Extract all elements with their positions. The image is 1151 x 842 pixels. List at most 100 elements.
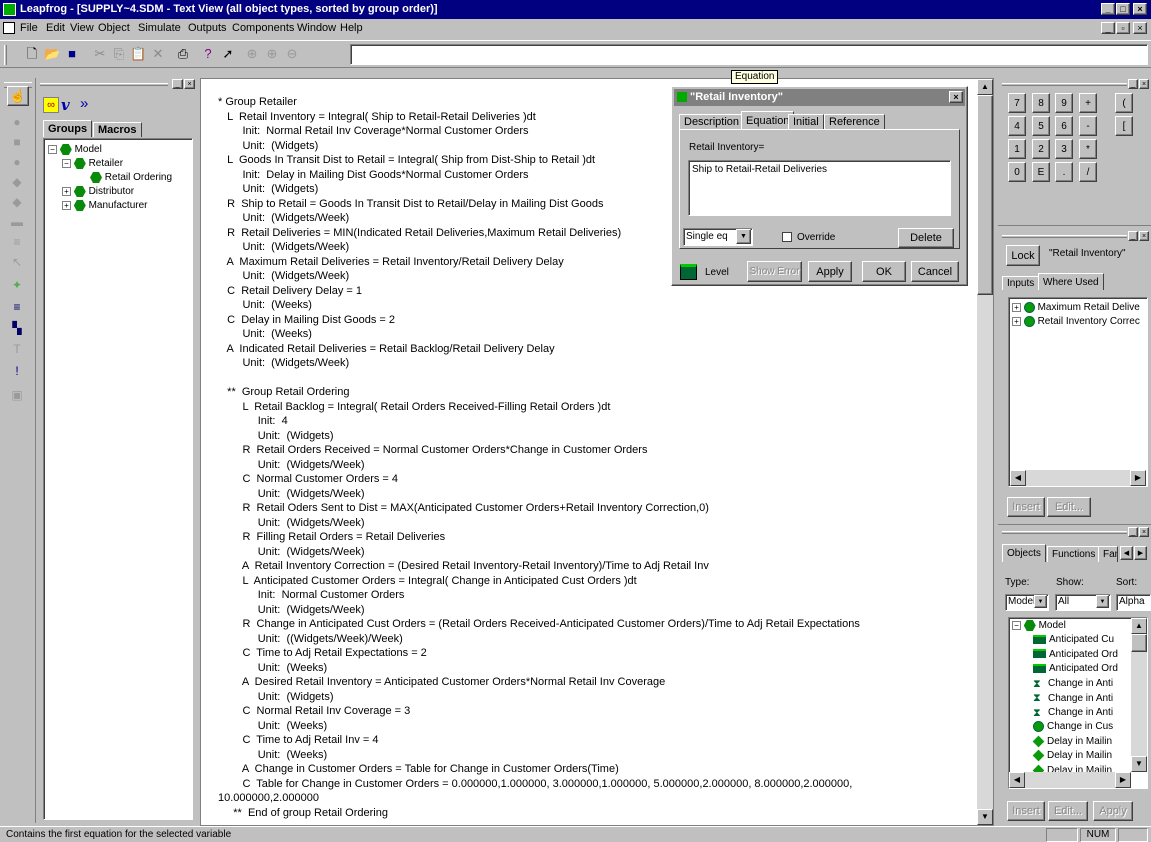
panel-close-button[interactable]: × (184, 79, 195, 89)
chevron-down-icon[interactable]: ▼ (1034, 595, 1047, 608)
diamond2-tool-icon[interactable]: ◆ (10, 195, 24, 209)
variable-icon[interactable]: v (61, 96, 70, 114)
dialog-close-button[interactable]: × (949, 91, 963, 103)
tab-objects[interactable]: Objects (1002, 544, 1046, 562)
lock-button[interactable]: Lock (1006, 245, 1040, 266)
tab-functions[interactable]: Functions (1047, 546, 1101, 562)
edit-button[interactable]: Edit... (1047, 497, 1091, 517)
type-select[interactable]: Model ▼ (1005, 594, 1049, 611)
zoom-out-icon[interactable]: ⊖ (284, 46, 300, 62)
text-tool-icon[interactable]: T (10, 342, 24, 356)
whereused-close-button[interactable]: × (1139, 231, 1149, 241)
calc-key[interactable]: 5 (1032, 116, 1050, 136)
calc-key[interactable]: 7 (1008, 93, 1026, 113)
close-button[interactable]: × (1133, 3, 1147, 15)
tree-retailer[interactable]: − Retailer (62, 158, 123, 170)
text-view-scrollbar[interactable]: ▲ ▼ (977, 79, 993, 825)
scroll-up-button[interactable]: ▲ (977, 79, 993, 95)
where-used-item[interactable]: + Retail Inventory Correc (1012, 316, 1140, 328)
flow-tool-icon[interactable]: ▬ (10, 215, 24, 229)
object-list-item[interactable]: Change in Cus (1033, 721, 1113, 733)
menu-simulate[interactable]: Simulate (138, 22, 181, 34)
object-list-item[interactable]: Anticipated Cu (1033, 634, 1114, 646)
override-checkbox[interactable] (782, 232, 792, 242)
chevron-down-icon[interactable]: ▼ (736, 229, 751, 244)
scroll-left-button[interactable]: ◀ (1009, 772, 1025, 788)
scroll-left-button[interactable]: ◀ (1010, 470, 1026, 486)
mdi-restore-button[interactable]: ▫ (1116, 22, 1130, 34)
tab-scroll-right[interactable]: ▶ (1134, 546, 1147, 560)
calc-key[interactable]: 0 (1008, 162, 1026, 182)
context-help-icon[interactable]: ➚ (220, 46, 236, 62)
forward-icon[interactable]: » (80, 95, 88, 112)
exclaim-tool-icon[interactable]: ! (10, 364, 24, 378)
object-list-item[interactable]: Delay in Mailin (1032, 735, 1112, 748)
calc-key[interactable]: ( (1115, 93, 1133, 113)
tree-distributor[interactable]: + Distributor (62, 186, 134, 198)
cancel-button[interactable]: Cancel (911, 261, 959, 282)
calc-key[interactable]: 4 (1008, 116, 1026, 136)
scroll-down-button[interactable]: ▼ (1131, 756, 1147, 772)
objects-apply-button[interactable]: Apply (1093, 801, 1133, 821)
objects-vscroll[interactable]: ▲ ▼ (1131, 618, 1147, 772)
tab-inputs[interactable]: Inputs (1002, 276, 1040, 290)
object-list-item[interactable]: Anticipated Ord (1033, 663, 1118, 675)
where-used-item[interactable]: + Maximum Retail Delive (1012, 302, 1140, 314)
calc-key[interactable]: + (1079, 93, 1097, 113)
object-list-item[interactable]: ⧗ Change in Anti (1033, 707, 1113, 720)
where-used-list[interactable]: + Maximum Retail Delive + Retail Invento… (1008, 297, 1148, 487)
calc-key[interactable]: * (1079, 139, 1097, 159)
new-file-icon[interactable]: 🗋 (24, 46, 40, 62)
print-icon[interactable]: ⎙ (175, 46, 191, 62)
calc-key[interactable]: / (1079, 162, 1097, 182)
lines-tool-icon[interactable]: ≡ (10, 300, 24, 314)
minimize-button[interactable]: _ (1101, 3, 1115, 15)
connector-tool-icon[interactable]: ↖ (10, 255, 24, 269)
apply-button[interactable]: Apply (808, 261, 852, 282)
show-select[interactable]: All ▼ (1055, 594, 1111, 611)
calc-key[interactable]: 3 (1055, 139, 1073, 159)
blocks-tool-icon[interactable]: ▚ (10, 321, 24, 335)
link-tool-icon[interactable]: ✦ (10, 278, 24, 292)
tree-model[interactable]: − Model (48, 144, 102, 156)
calc-key[interactable]: 2 (1032, 139, 1050, 159)
objects-insert-button[interactable]: Insert (1007, 801, 1045, 821)
objects-hscroll[interactable]: ◀ ▶ (1009, 772, 1131, 788)
object-list-item[interactable]: ⧗ Change in Anti (1033, 692, 1113, 705)
tab-scroll-left[interactable]: ◀ (1120, 546, 1133, 560)
calc-key[interactable]: [ (1115, 116, 1133, 136)
calc-key[interactable]: E (1032, 162, 1050, 182)
scroll-up-button[interactable]: ▲ (1131, 618, 1147, 634)
objects-edit-button[interactable]: Edit... (1048, 801, 1088, 821)
objects-tree[interactable]: − Model Anticipated Cu Anticipated Ord Ant… (1008, 617, 1148, 789)
tab-equation[interactable]: Equation (741, 111, 795, 129)
chevron-down-icon[interactable]: ▼ (1096, 595, 1109, 608)
zoom-in-icon[interactable]: ⊕ (264, 46, 280, 62)
calc-key[interactable]: - (1079, 116, 1097, 136)
calc-key[interactable]: 8 (1032, 93, 1050, 113)
menu-outputs[interactable]: Outputs (188, 22, 227, 34)
objects-root[interactable]: − Model (1012, 620, 1066, 632)
pointer-tool[interactable]: ☝ (7, 86, 29, 106)
stock-tool-icon[interactable]: ■ (10, 135, 24, 149)
paste-icon[interactable]: 📋 (130, 46, 146, 62)
valve-tool-icon[interactable]: ≡ (10, 235, 24, 249)
tab-groups[interactable]: Groups (43, 120, 93, 137)
scroll-thumb[interactable] (1131, 634, 1147, 652)
calc-min-button[interactable]: _ (1128, 79, 1138, 89)
mdi-minimize-button[interactable]: _ (1101, 22, 1115, 34)
extra-tool-icon[interactable]: ▣ (10, 388, 24, 402)
object-list-item[interactable]: ⧗ Change in Anti (1033, 678, 1113, 691)
hscrollbar[interactable]: ◀ ▶ (1010, 470, 1146, 486)
open-folder-icon[interactable]: 📂 (44, 46, 60, 62)
whereused-min-button[interactable]: _ (1128, 231, 1138, 241)
delete-icon[interactable]: ✕ (150, 46, 166, 62)
save-icon[interactable]: ■ (64, 46, 80, 62)
menu-components[interactable]: Components (232, 22, 294, 34)
panel-min-button[interactable]: _ (172, 79, 183, 89)
tab-families[interactable]: Fam (1098, 546, 1118, 562)
tab-initial[interactable]: Initial (788, 114, 824, 129)
show-error-button[interactable]: Show Error (747, 261, 802, 282)
tab-macros[interactable]: Macros (93, 122, 142, 137)
maximize-button[interactable]: □ (1116, 3, 1130, 15)
